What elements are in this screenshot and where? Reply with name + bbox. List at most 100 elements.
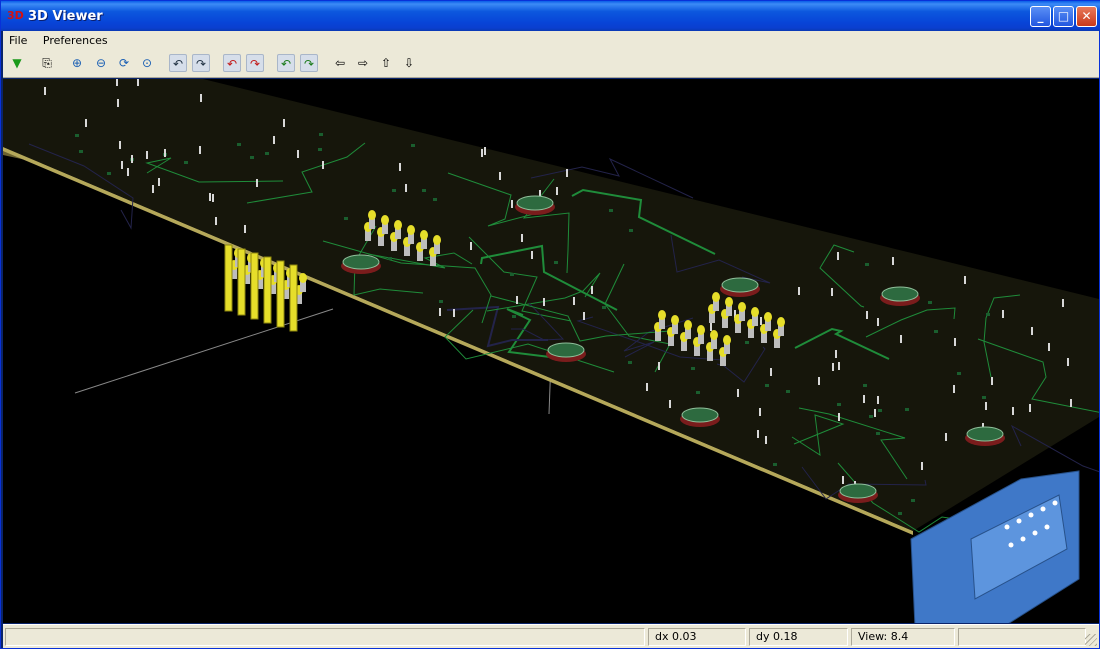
db9-pin	[1032, 530, 1038, 536]
component-lead	[297, 150, 299, 158]
pad	[319, 133, 323, 136]
move-down-icon[interactable]: ⇩	[400, 54, 418, 72]
pad	[982, 396, 986, 399]
component-lead	[985, 402, 987, 410]
pad	[107, 172, 111, 175]
component-lead	[842, 476, 844, 484]
component-lead	[470, 242, 472, 250]
reload-board-icon[interactable]: ▼	[8, 54, 26, 72]
move-up-icon[interactable]: ⇧	[377, 54, 395, 72]
component-lead	[770, 368, 772, 376]
capacitor-top	[342, 254, 380, 270]
component-lead	[658, 362, 660, 370]
window-title: 3D Viewer	[28, 9, 103, 24]
title-bar[interactable]: 3D 3D Viewer _ □ ✕	[1, 1, 1100, 31]
pin-top	[381, 215, 389, 225]
component-lead	[521, 234, 523, 242]
pin-top	[738, 302, 746, 312]
component-lead	[1067, 358, 1069, 366]
component-lead	[566, 169, 568, 177]
zoom-fit-icon[interactable]: ⊙	[138, 54, 156, 72]
component-lead	[244, 225, 246, 233]
component-lead	[164, 149, 166, 157]
component-lead	[837, 252, 839, 260]
component-lead	[1012, 407, 1014, 415]
zoom-redraw-icon[interactable]: ⟳	[115, 54, 133, 72]
db9-pin	[1044, 524, 1050, 530]
pad	[512, 315, 516, 318]
rotate-y-pos-icon[interactable]: ↷	[246, 54, 264, 72]
pad	[344, 217, 348, 220]
minimize-button[interactable]: _	[1030, 6, 1051, 27]
pad	[75, 134, 79, 137]
rotate-x-pos-icon[interactable]: ↷	[192, 54, 210, 72]
capacitor-top	[966, 426, 1004, 442]
component-lead	[838, 413, 840, 421]
resize-grip-icon[interactable]	[1085, 634, 1097, 646]
zoom-out-icon[interactable]: ⊖	[92, 54, 110, 72]
component-lead	[573, 297, 575, 305]
pad	[433, 198, 437, 201]
zoom-in-icon[interactable]: ⊕	[68, 54, 86, 72]
component-lead	[137, 79, 139, 86]
header-pin	[237, 248, 246, 316]
pad	[865, 263, 869, 266]
component-lead	[1048, 343, 1050, 351]
pad	[928, 301, 932, 304]
pin-top	[764, 312, 772, 322]
close-button[interactable]: ✕	[1076, 6, 1097, 27]
minimize-icon: _	[1037, 9, 1044, 23]
component-lead	[866, 311, 868, 319]
rotate-z-pos-icon[interactable]: ↷	[300, 54, 318, 72]
component-lead	[863, 395, 865, 403]
pin-top	[777, 317, 785, 327]
component-lead	[127, 168, 129, 176]
capacitor-top	[839, 483, 877, 499]
3d-viewer-icon: 3D	[7, 9, 24, 22]
move-right-icon[interactable]: ⇨	[354, 54, 372, 72]
component-lead	[556, 187, 558, 195]
rotate-x-neg-icon[interactable]: ↶	[169, 54, 187, 72]
pad	[878, 409, 882, 412]
pad	[510, 273, 514, 276]
menu-preferences[interactable]: Preferences	[37, 31, 114, 48]
header-pin	[276, 260, 285, 328]
component-lead	[152, 185, 154, 193]
pad	[905, 408, 909, 411]
pad	[745, 341, 749, 344]
pad	[934, 330, 938, 333]
component-lead	[499, 172, 501, 180]
move-left-icon[interactable]: ⇦	[331, 54, 349, 72]
pin-top	[725, 297, 733, 307]
component-lead	[273, 136, 275, 144]
component-lead	[516, 296, 518, 304]
rotate-y-neg-icon[interactable]: ↶	[223, 54, 241, 72]
pin-top	[420, 230, 428, 240]
pin-top	[299, 273, 307, 283]
copy-to-clipboard-icon[interactable]: ⎘	[38, 54, 56, 72]
component-lead	[710, 323, 712, 331]
component-lead	[131, 155, 133, 163]
pad	[898, 512, 902, 515]
capacitor-top	[681, 407, 719, 423]
component-lead	[1031, 327, 1033, 335]
maximize-button[interactable]: □	[1053, 6, 1074, 27]
db9-pin	[1052, 500, 1058, 506]
pad	[79, 150, 83, 153]
component-lead	[954, 338, 956, 346]
component-lead	[921, 462, 923, 470]
pcb-3d-render[interactable]	[3, 79, 1099, 623]
menu-file[interactable]: File	[3, 31, 33, 48]
component-lead	[1062, 299, 1064, 307]
db9-pin	[1020, 536, 1026, 542]
pad	[863, 384, 867, 387]
3d-canvas[interactable]	[3, 79, 1099, 623]
pad	[554, 261, 558, 264]
rotate-z-neg-icon[interactable]: ↶	[277, 54, 295, 72]
status-extra	[958, 628, 1086, 646]
component-lead	[669, 400, 671, 408]
pad	[318, 148, 322, 151]
pin-top	[407, 225, 415, 235]
component-lead	[200, 94, 202, 102]
db9-pin	[1028, 512, 1034, 518]
